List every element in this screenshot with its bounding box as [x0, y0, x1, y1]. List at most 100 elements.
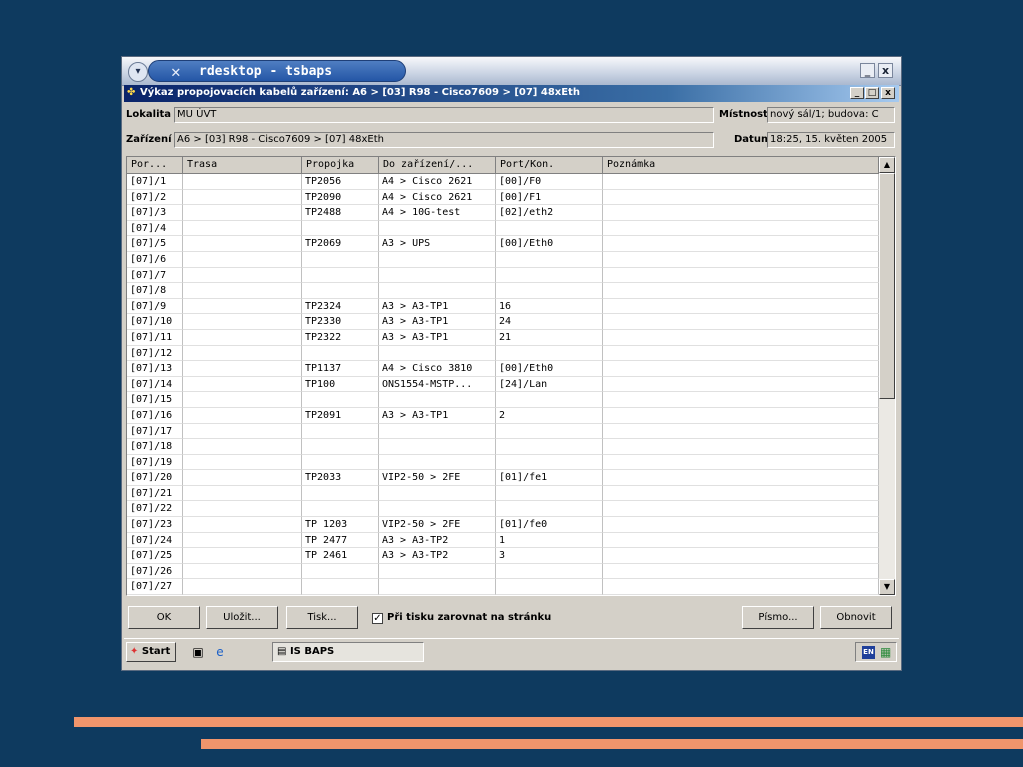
cell-port-kon[interactable] — [496, 454, 603, 471]
cell-port[interactable]: [07]/9 — [127, 298, 183, 315]
cell-port[interactable]: [07]/8 — [127, 283, 183, 299]
cell-poznamka[interactable] — [603, 454, 879, 471]
cell-propojka[interactable]: TP 1203 — [302, 517, 379, 533]
cell-port[interactable]: [07]/23 — [127, 517, 183, 533]
cell-poznamka[interactable] — [603, 376, 879, 393]
cell-poznamka[interactable] — [603, 517, 879, 533]
table-row[interactable]: [07]/19 — [127, 454, 879, 471]
cell-poznamka[interactable] — [603, 439, 879, 455]
table-row[interactable]: [07]/27 — [127, 579, 879, 595]
cell-do-zarizeni[interactable] — [379, 251, 496, 268]
table-row[interactable]: [07]/5 TP2069 A3 > UPS [00]/Eth0 — [127, 236, 879, 252]
cell-trasa[interactable] — [183, 454, 302, 471]
cell-propojka[interactable]: TP100 — [302, 376, 379, 393]
cell-port-kon[interactable] — [496, 220, 603, 237]
cell-poznamka[interactable] — [603, 314, 879, 330]
table-row[interactable]: [07]/2 TP2090 A4 > Cisco 2621 [00]/F1 — [127, 189, 879, 206]
cell-trasa[interactable] — [183, 517, 302, 533]
desktop-icon[interactable]: ▣ — [190, 644, 206, 660]
cell-poznamka[interactable] — [603, 407, 879, 424]
scroll-down-icon[interactable]: ▼ — [879, 579, 895, 595]
cell-port[interactable]: [07]/17 — [127, 423, 183, 440]
cell-port[interactable]: [07]/20 — [127, 470, 183, 486]
task-is-baps[interactable]: ▤ IS BAPS — [272, 642, 424, 662]
col-header-do-zarizeni[interactable]: Do zařízení/... — [379, 157, 496, 174]
cell-port[interactable]: [07]/22 — [127, 501, 183, 518]
cell-do-zarizeni[interactable] — [379, 454, 496, 471]
cell-propojka[interactable] — [302, 485, 379, 502]
cell-port[interactable]: [07]/14 — [127, 376, 183, 393]
cell-poznamka[interactable] — [603, 563, 879, 580]
table-row[interactable]: [07]/21 — [127, 485, 879, 502]
cell-do-zarizeni[interactable]: VIP2-50 > 2FE — [379, 470, 496, 486]
cell-trasa[interactable] — [183, 392, 302, 408]
cell-propojka[interactable]: TP2488 — [302, 205, 379, 221]
cell-trasa[interactable] — [183, 236, 302, 252]
cell-trasa[interactable] — [183, 189, 302, 206]
cell-poznamka[interactable] — [603, 548, 879, 564]
cell-port-kon[interactable] — [496, 579, 603, 595]
table-row[interactable]: [07]/15 — [127, 392, 879, 408]
start-button[interactable]: ✦ Start — [126, 642, 176, 662]
cell-trasa[interactable] — [183, 485, 302, 502]
table-row[interactable]: [07]/16 TP2091 A3 > A3-TP1 2 — [127, 407, 879, 424]
table-row[interactable]: [07]/17 — [127, 423, 879, 440]
window-menu-icon[interactable]: ▾ — [128, 62, 148, 82]
cell-port-kon[interactable] — [496, 267, 603, 284]
cell-do-zarizeni[interactable]: A4 > Cisco 2621 — [379, 174, 496, 190]
table-row[interactable]: [07]/25 TP 2461 A3 > A3-TP2 3 — [127, 548, 879, 564]
rdesktop-minimize-button[interactable]: _ — [860, 63, 875, 78]
cell-port[interactable]: [07]/5 — [127, 236, 183, 252]
cell-propojka[interactable] — [302, 454, 379, 471]
cell-poznamka[interactable] — [603, 220, 879, 237]
cell-propojka[interactable] — [302, 267, 379, 284]
cell-propojka[interactable] — [302, 579, 379, 595]
zarizeni-field[interactable]: A6 > [03] R98 - Cisco7609 > [07] 48xEth — [174, 132, 714, 148]
cell-trasa[interactable] — [183, 174, 302, 190]
cell-trasa[interactable] — [183, 298, 302, 315]
cell-port-kon[interactable]: 2 — [496, 407, 603, 424]
cell-do-zarizeni[interactable]: A4 > Cisco 3810 — [379, 361, 496, 377]
cell-propojka[interactable]: TP 2477 — [302, 532, 379, 549]
network-icon[interactable]: ▦ — [880, 645, 891, 659]
table-row[interactable]: [07]/8 — [127, 283, 879, 299]
col-header-propojka[interactable]: Propojka — [302, 157, 379, 174]
obnovit-button[interactable]: Obnovit — [820, 606, 892, 629]
cell-do-zarizeni[interactable] — [379, 392, 496, 408]
cell-propojka[interactable]: TP2069 — [302, 236, 379, 252]
cell-propojka[interactable]: TP2330 — [302, 314, 379, 330]
cell-poznamka[interactable] — [603, 501, 879, 518]
cell-poznamka[interactable] — [603, 283, 879, 299]
language-indicator[interactable]: EN — [862, 646, 875, 659]
cell-port-kon[interactable]: [01]/fe1 — [496, 470, 603, 486]
cell-trasa[interactable] — [183, 361, 302, 377]
cell-poznamka[interactable] — [603, 392, 879, 408]
cell-port[interactable]: [07]/16 — [127, 407, 183, 424]
cell-poznamka[interactable] — [603, 251, 879, 268]
table-row[interactable]: [07]/6 — [127, 251, 879, 268]
col-header-port[interactable]: Por... — [127, 157, 183, 174]
cell-port-kon[interactable]: 16 — [496, 298, 603, 315]
cell-port[interactable]: [07]/24 — [127, 532, 183, 549]
mistnost-field[interactable]: nový sál/1; budova: C — [767, 107, 895, 123]
cell-port-kon[interactable]: [00]/F1 — [496, 189, 603, 206]
app-titlebar[interactable]: ✤ Výkaz propojovacích kabelů zařízení: A… — [124, 85, 899, 102]
cell-do-zarizeni[interactable]: A3 > A3-TP1 — [379, 407, 496, 424]
cell-trasa[interactable] — [183, 314, 302, 330]
cell-trasa[interactable] — [183, 251, 302, 268]
cell-port-kon[interactable] — [496, 283, 603, 299]
cell-propojka[interactable]: TP2324 — [302, 298, 379, 315]
cell-poznamka[interactable] — [603, 485, 879, 502]
cell-port[interactable]: [07]/11 — [127, 329, 183, 346]
cell-port[interactable]: [07]/19 — [127, 454, 183, 471]
cell-trasa[interactable] — [183, 423, 302, 440]
cell-poznamka[interactable] — [603, 174, 879, 190]
cell-poznamka[interactable] — [603, 532, 879, 549]
cell-port-kon[interactable] — [496, 345, 603, 362]
cell-port[interactable]: [07]/6 — [127, 251, 183, 268]
cell-propojka[interactable] — [302, 439, 379, 455]
rdesktop-close-button[interactable]: x — [878, 63, 893, 78]
cell-poznamka[interactable] — [603, 470, 879, 486]
table-row[interactable]: [07]/1 TP2056 A4 > Cisco 2621 [00]/F0 — [127, 174, 879, 190]
table-row[interactable]: [07]/9 TP2324 A3 > A3-TP1 16 — [127, 298, 879, 315]
